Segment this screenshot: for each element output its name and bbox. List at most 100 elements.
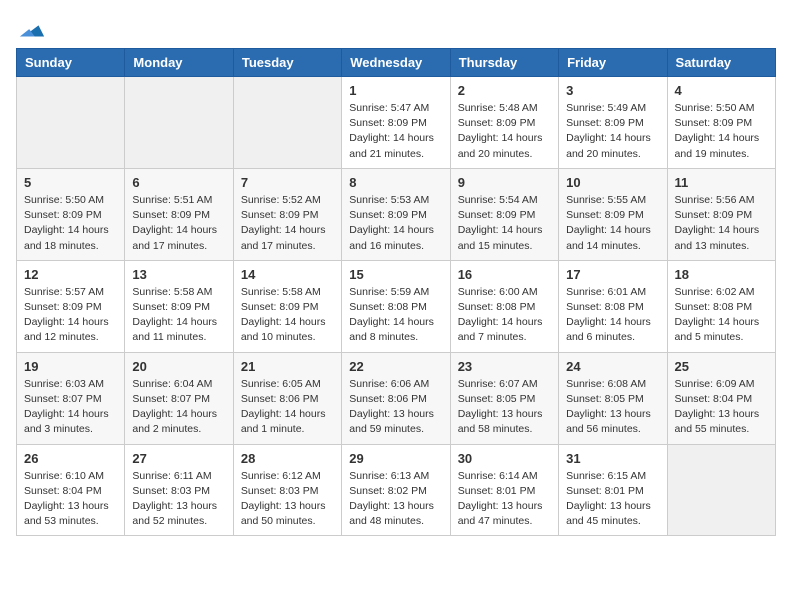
calendar-cell: 22 Sunrise: 6:06 AM Sunset: 8:06 PM Dayli…: [342, 352, 450, 444]
day-info: Sunrise: 5:53 AM Sunset: 8:09 PM Dayligh…: [349, 193, 442, 254]
day-number: 16: [458, 267, 551, 282]
calendar-header-row: SundayMondayTuesdayWednesdayThursdayFrid…: [17, 49, 776, 77]
col-header-saturday: Saturday: [667, 49, 775, 77]
calendar-cell: 20 Sunrise: 6:04 AM Sunset: 8:07 PM Dayli…: [125, 352, 233, 444]
day-number: 20: [132, 359, 225, 374]
calendar-week-row: 26Sunrise: 6:10 AM Sunset: 8:04 PM Dayli…: [17, 444, 776, 536]
calendar-cell: 31 Sunrise: 6:15 AM Sunset: 8:01 PM Dayli…: [559, 444, 667, 536]
day-number: 3: [566, 83, 659, 98]
day-info: Sunrise: 5:50 AM Sunset: 8:09 PM Dayligh…: [675, 101, 768, 162]
day-info: Sunrise: 6:11 AM Sunset: 8:03 PM Dayligh…: [132, 469, 225, 530]
day-number: 28: [241, 451, 334, 466]
calendar-cell: 23 Sunrise: 6:07 AM Sunset: 8:05 PM Dayli…: [450, 352, 558, 444]
calendar-cell: 13Sunrise: 5:58 AM Sunset: 8:09 PM Dayli…: [125, 260, 233, 352]
calendar-cell: [125, 77, 233, 169]
day-info: Sunrise: 5:55 AM Sunset: 8:09 PM Dayligh…: [566, 193, 659, 254]
day-info: Sunrise: 5:54 AM Sunset: 8:09 PM Dayligh…: [458, 193, 551, 254]
day-number: 4: [675, 83, 768, 98]
calendar-cell: [667, 444, 775, 536]
day-info: Sunrise: 5:49 AM Sunset: 8:09 PM Dayligh…: [566, 101, 659, 162]
day-info: Sunrise: 6:14 AM Sunset: 8:01 PM Dayligh…: [458, 469, 551, 530]
col-header-friday: Friday: [559, 49, 667, 77]
calendar-week-row: 12 Sunrise: 5:57 AM Sunset: 8:09 PM Dayli…: [17, 260, 776, 352]
col-header-sunday: Sunday: [17, 49, 125, 77]
calendar-cell: 19 Sunrise: 6:03 AM Sunset: 8:07 PM Dayli…: [17, 352, 125, 444]
col-header-tuesday: Tuesday: [233, 49, 341, 77]
calendar-cell: 28 Sunrise: 6:12 AM Sunset: 8:03 PM Dayli…: [233, 444, 341, 536]
day-info: Sunrise: 6:07 AM Sunset: 8:05 PM Dayligh…: [458, 377, 551, 438]
day-info: Sunrise: 6:13 AM Sunset: 8:02 PM Dayligh…: [349, 469, 442, 530]
calendar-cell: 4 Sunrise: 5:50 AM Sunset: 8:09 PM Daylig…: [667, 77, 775, 169]
logo: [16, 16, 46, 44]
day-number: 17: [566, 267, 659, 282]
day-info: Sunrise: 5:59 AM Sunset: 8:08 PM Dayligh…: [349, 285, 442, 346]
day-info: Sunrise: 6:00 AM Sunset: 8:08 PM Dayligh…: [458, 285, 551, 346]
day-number: 30: [458, 451, 551, 466]
col-header-wednesday: Wednesday: [342, 49, 450, 77]
calendar-cell: 3 Sunrise: 5:49 AM Sunset: 8:09 PM Daylig…: [559, 77, 667, 169]
calendar-cell: 14Sunrise: 5:58 AM Sunset: 8:09 PM Dayli…: [233, 260, 341, 352]
calendar-cell: 29 Sunrise: 6:13 AM Sunset: 8:02 PM Dayli…: [342, 444, 450, 536]
day-info: Sunrise: 6:03 AM Sunset: 8:07 PM Dayligh…: [24, 377, 117, 438]
day-info: Sunrise: 6:02 AM Sunset: 8:08 PM Dayligh…: [675, 285, 768, 346]
day-number: 25: [675, 359, 768, 374]
calendar-cell: 7Sunrise: 5:52 AM Sunset: 8:09 PM Daylig…: [233, 168, 341, 260]
calendar-cell: 26Sunrise: 6:10 AM Sunset: 8:04 PM Dayli…: [17, 444, 125, 536]
day-number: 12: [24, 267, 117, 282]
day-number: 13: [132, 267, 225, 282]
day-number: 1: [349, 83, 442, 98]
calendar-cell: 5 Sunrise: 5:50 AM Sunset: 8:09 PM Daylig…: [17, 168, 125, 260]
day-info: Sunrise: 6:10 AM Sunset: 8:04 PM Dayligh…: [24, 469, 117, 530]
day-number: 23: [458, 359, 551, 374]
day-number: 18: [675, 267, 768, 282]
day-info: Sunrise: 5:56 AM Sunset: 8:09 PM Dayligh…: [675, 193, 768, 254]
calendar-cell: 24 Sunrise: 6:08 AM Sunset: 8:05 PM Dayli…: [559, 352, 667, 444]
calendar-cell: 10 Sunrise: 5:55 AM Sunset: 8:09 PM Dayli…: [559, 168, 667, 260]
calendar-cell: 27 Sunrise: 6:11 AM Sunset: 8:03 PM Dayli…: [125, 444, 233, 536]
calendar-table: SundayMondayTuesdayWednesdayThursdayFrid…: [16, 48, 776, 536]
calendar-cell: 6Sunrise: 5:51 AM Sunset: 8:09 PM Daylig…: [125, 168, 233, 260]
day-number: 2: [458, 83, 551, 98]
calendar-cell: 16 Sunrise: 6:00 AM Sunset: 8:08 PM Dayli…: [450, 260, 558, 352]
calendar-cell: 8 Sunrise: 5:53 AM Sunset: 8:09 PM Daylig…: [342, 168, 450, 260]
day-number: 8: [349, 175, 442, 190]
calendar-cell: 17Sunrise: 6:01 AM Sunset: 8:08 PM Dayli…: [559, 260, 667, 352]
day-info: Sunrise: 6:06 AM Sunset: 8:06 PM Dayligh…: [349, 377, 442, 438]
day-number: 14: [241, 267, 334, 282]
day-number: 31: [566, 451, 659, 466]
calendar-cell: [233, 77, 341, 169]
day-info: Sunrise: 5:50 AM Sunset: 8:09 PM Dayligh…: [24, 193, 117, 254]
day-number: 29: [349, 451, 442, 466]
calendar-cell: 12 Sunrise: 5:57 AM Sunset: 8:09 PM Dayli…: [17, 260, 125, 352]
calendar-cell: 30 Sunrise: 6:14 AM Sunset: 8:01 PM Dayli…: [450, 444, 558, 536]
day-number: 21: [241, 359, 334, 374]
day-info: Sunrise: 6:04 AM Sunset: 8:07 PM Dayligh…: [132, 377, 225, 438]
calendar-cell: 21 Sunrise: 6:05 AM Sunset: 8:06 PM Dayli…: [233, 352, 341, 444]
day-info: Sunrise: 6:15 AM Sunset: 8:01 PM Dayligh…: [566, 469, 659, 530]
day-number: 7: [241, 175, 334, 190]
day-number: 10: [566, 175, 659, 190]
logo-icon: [18, 16, 46, 44]
day-info: Sunrise: 5:47 AM Sunset: 8:09 PM Dayligh…: [349, 101, 442, 162]
day-info: Sunrise: 5:57 AM Sunset: 8:09 PM Dayligh…: [24, 285, 117, 346]
day-number: 22: [349, 359, 442, 374]
day-number: 11: [675, 175, 768, 190]
calendar-cell: 11 Sunrise: 5:56 AM Sunset: 8:09 PM Dayli…: [667, 168, 775, 260]
calendar-cell: 2 Sunrise: 5:48 AM Sunset: 8:09 PM Daylig…: [450, 77, 558, 169]
day-info: Sunrise: 6:08 AM Sunset: 8:05 PM Dayligh…: [566, 377, 659, 438]
calendar-cell: [17, 77, 125, 169]
calendar-week-row: 5 Sunrise: 5:50 AM Sunset: 8:09 PM Daylig…: [17, 168, 776, 260]
day-number: 19: [24, 359, 117, 374]
page-header: [16, 16, 776, 44]
day-number: 15: [349, 267, 442, 282]
day-number: 27: [132, 451, 225, 466]
day-number: 24: [566, 359, 659, 374]
calendar-cell: 18 Sunrise: 6:02 AM Sunset: 8:08 PM Dayli…: [667, 260, 775, 352]
day-number: 9: [458, 175, 551, 190]
day-info: Sunrise: 6:12 AM Sunset: 8:03 PM Dayligh…: [241, 469, 334, 530]
calendar-week-row: 19 Sunrise: 6:03 AM Sunset: 8:07 PM Dayli…: [17, 352, 776, 444]
calendar-cell: 15 Sunrise: 5:59 AM Sunset: 8:08 PM Dayli…: [342, 260, 450, 352]
day-info: Sunrise: 6:05 AM Sunset: 8:06 PM Dayligh…: [241, 377, 334, 438]
day-number: 5: [24, 175, 117, 190]
day-info: Sunrise: 5:48 AM Sunset: 8:09 PM Dayligh…: [458, 101, 551, 162]
